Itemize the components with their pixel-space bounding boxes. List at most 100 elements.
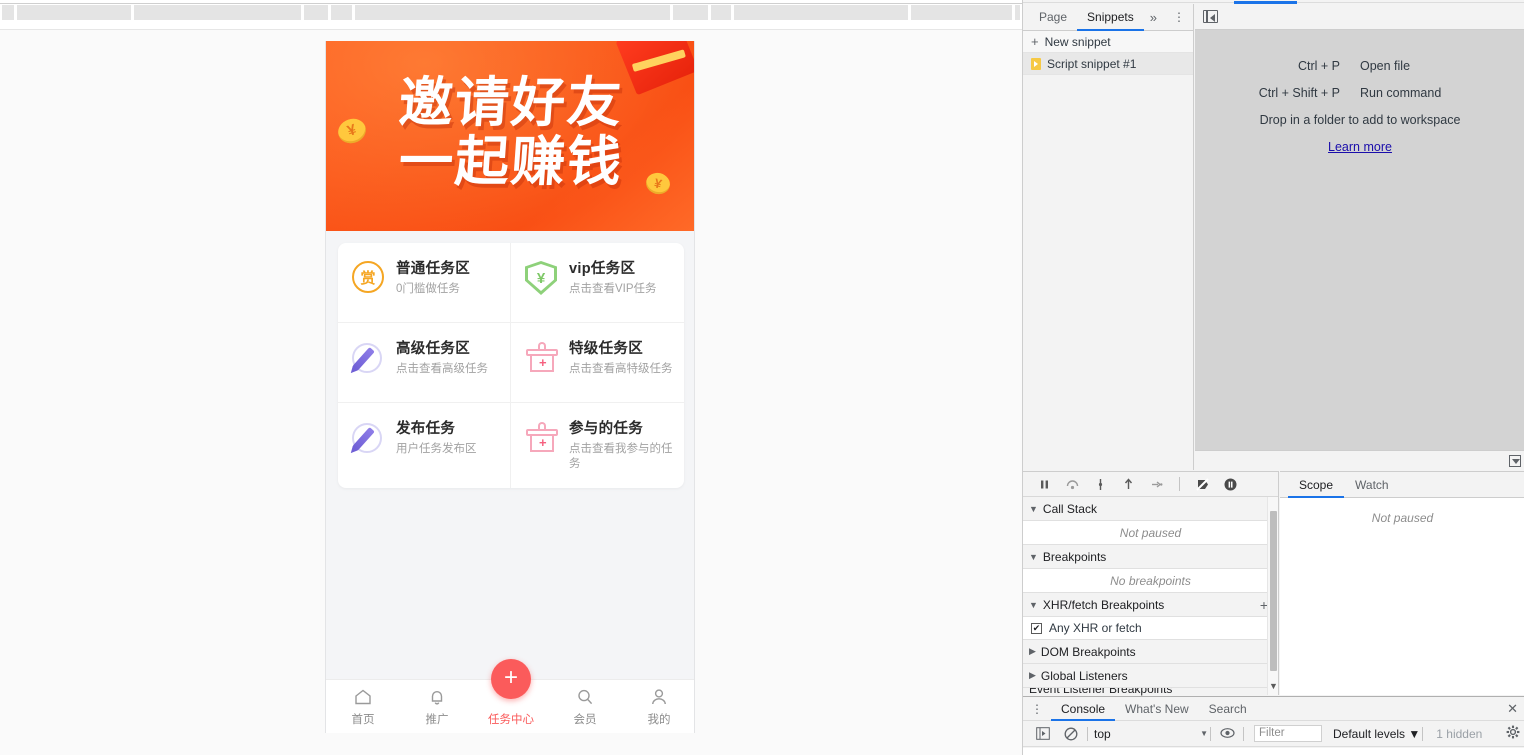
- card-text: 发布任务用户任务发布区: [396, 419, 477, 457]
- card-subtitle: 0门槛做任务: [396, 282, 470, 297]
- card-title: 特级任务区: [569, 340, 673, 358]
- task-category-card[interactable]: 赏普通任务区0门槛做任务: [338, 243, 511, 323]
- card-title: vip任务区: [569, 260, 657, 278]
- task-category-card[interactable]: +特级任务区点击查看高特级任务: [511, 323, 684, 403]
- tabbar-item-2[interactable]: 推广: [400, 687, 474, 727]
- section-title: Call Stack: [1043, 502, 1097, 516]
- debugger-section-header[interactable]: ▼XHR/fetch Breakpoints+: [1023, 593, 1278, 617]
- tabbar-item-4[interactable]: 会员: [548, 687, 622, 727]
- device-emulation-toolbar[interactable]: [0, 0, 1022, 30]
- debugger-toolbar[interactable]: [1023, 472, 1278, 497]
- sources-editor-pane: Ctrl + P Open file Ctrl + Shift + P Run …: [1195, 4, 1524, 470]
- editor-toolbar[interactable]: [1195, 4, 1524, 30]
- debugger-sections: ▼Call StackNot paused▼BreakpointsNo brea…: [1023, 497, 1278, 700]
- tabbar-item-3[interactable]: ++任务中心: [474, 687, 548, 727]
- tab-snippets[interactable]: Snippets: [1077, 4, 1144, 31]
- execution-context-selector[interactable]: top ▼: [1090, 727, 1208, 741]
- chevron-down-icon: ▼: [1029, 600, 1038, 610]
- card-subtitle: 点击查看高特级任务: [569, 362, 673, 377]
- debugger-section-header[interactable]: ▶Global Listeners: [1023, 664, 1278, 688]
- debugger-section-header[interactable]: ▶DOM Breakpoints: [1023, 640, 1278, 664]
- plus-icon: +: [1031, 34, 1039, 49]
- xhr-breakpoint-label: Any XHR or fetch: [1049, 621, 1142, 635]
- debugger-section-header[interactable]: ▼Breakpoints: [1023, 545, 1278, 569]
- scope-tabstrip[interactable]: Scope Watch: [1280, 472, 1524, 498]
- toolbar-segment: [734, 5, 908, 20]
- plus-fab-icon[interactable]: +: [491, 659, 531, 699]
- home-icon: [326, 687, 400, 709]
- shortcut-row: Ctrl + P Open file: [1195, 59, 1524, 73]
- shortcut-desc: Open file: [1360, 59, 1510, 73]
- tab-watch[interactable]: Watch: [1344, 472, 1400, 498]
- step-out-icon[interactable]: [1121, 477, 1136, 492]
- editor-footer: [1195, 450, 1524, 470]
- gear-icon[interactable]: [1506, 725, 1520, 742]
- step-over-icon[interactable]: [1065, 477, 1080, 492]
- screen-root: ¥ ¥ 邀请好友 一起赚钱 赏普通任务区0门槛做任务¥vip任务区点击查看VIP…: [0, 0, 1524, 755]
- snippet-item-label: Script snippet #1: [1047, 57, 1136, 71]
- console-sidebar-icon[interactable]: [1036, 727, 1050, 741]
- more-tabs-icon[interactable]: »: [1144, 4, 1163, 31]
- page-viewport: ¥ ¥ 邀请好友 一起赚钱 赏普通任务区0门槛做任务¥vip任务区点击查看VIP…: [0, 30, 1022, 755]
- clear-console-icon[interactable]: [1064, 727, 1078, 741]
- live-expression-icon[interactable]: [1220, 727, 1234, 741]
- card-text: 特级任务区点击查看高特级任务: [569, 339, 673, 377]
- tabbar-label: 任务中心: [474, 711, 548, 727]
- log-levels-label: Default levels: [1333, 727, 1405, 741]
- new-snippet-button[interactable]: + New snippet: [1023, 31, 1193, 53]
- deactivate-breakpoints-icon[interactable]: [1195, 477, 1210, 492]
- toolbar-segment: [711, 5, 731, 20]
- task-category-card[interactable]: +参与的任务点击查看我参与的任务: [511, 403, 684, 488]
- card-text: 普通任务区 0门槛做任务: [396, 259, 470, 297]
- task-category-grid: 赏普通任务区0门槛做任务¥vip任务区点击查看VIP任务高级任务区点击查看高级任…: [338, 243, 684, 488]
- console-message-area[interactable]: [1023, 748, 1524, 755]
- show-drawer-icon[interactable]: [1509, 455, 1521, 467]
- navigator-tabstrip[interactable]: Page Snippets » ⋮: [1023, 4, 1193, 31]
- tabbar-item-5[interactable]: 我的: [622, 687, 695, 727]
- console-filter-input[interactable]: Filter: [1254, 725, 1322, 742]
- card-text: vip任务区点击查看VIP任务: [569, 259, 657, 297]
- navigator-menu-icon[interactable]: ⋮: [1165, 4, 1193, 31]
- task-category-card[interactable]: 发布任务用户任务发布区: [338, 403, 511, 488]
- editor-placeholder: Ctrl + P Open file Ctrl + Shift + P Run …: [1195, 31, 1524, 470]
- debugger-section-header[interactable]: ▼Call Stack: [1023, 497, 1278, 521]
- navigator-empty-area: [1023, 80, 1193, 470]
- step-into-icon[interactable]: [1093, 477, 1108, 492]
- xhr-breakpoint-row[interactable]: ✔ Any XHR or fetch: [1023, 617, 1278, 640]
- snippet-list-item[interactable]: Script snippet #1: [1023, 53, 1193, 75]
- card-title: 发布任务: [396, 420, 477, 438]
- show-navigator-icon[interactable]: [1203, 10, 1218, 23]
- pause-on-exceptions-icon[interactable]: [1223, 477, 1238, 492]
- close-icon[interactable]: ✕: [1507, 701, 1518, 717]
- tab-whats-new[interactable]: What's New: [1115, 697, 1199, 721]
- drawer-tabstrip[interactable]: ⋮ Console What's New Search ✕: [1023, 697, 1524, 721]
- section-title: DOM Breakpoints: [1041, 645, 1136, 659]
- drawer-menu-icon[interactable]: ⋮: [1031, 703, 1051, 715]
- tabbar-item-1[interactable]: 首页: [326, 687, 400, 727]
- toolbar-rule: [0, 3, 1022, 4]
- card-title: 普通任务区: [396, 260, 470, 278]
- console-toolbar[interactable]: top ▼ Filter Default levels ▼ 1 hidden: [1023, 721, 1524, 747]
- task-category-card[interactable]: 高级任务区点击查看高级任务: [338, 323, 511, 403]
- log-levels-dropdown[interactable]: Default levels ▼: [1333, 727, 1420, 741]
- step-icon[interactable]: [1149, 477, 1164, 492]
- learn-more-link[interactable]: Learn more: [1328, 140, 1392, 154]
- toolbar-segment: [1015, 5, 1020, 20]
- pause-script-icon[interactable]: [1037, 477, 1052, 492]
- tabbar-label: 我的: [622, 711, 695, 727]
- card-icon-wrap: [352, 421, 386, 455]
- tab-search[interactable]: Search: [1199, 697, 1257, 721]
- tab-scope[interactable]: Scope: [1288, 472, 1344, 498]
- scroll-down-arrow-icon[interactable]: ▼: [1269, 681, 1278, 691]
- debugger-scrollbar[interactable]: ▼: [1267, 497, 1278, 695]
- promo-banner[interactable]: ¥ ¥ 邀请好友 一起赚钱: [326, 41, 695, 231]
- tab-console[interactable]: Console: [1051, 697, 1115, 721]
- bottom-tab-bar[interactable]: 首页推广++任务中心会员我的: [326, 679, 695, 733]
- checkbox[interactable]: ✔: [1031, 623, 1042, 634]
- section-title: Breakpoints: [1043, 550, 1106, 564]
- search-icon: [548, 687, 622, 709]
- hidden-messages-count: 1 hidden: [1436, 727, 1482, 741]
- tab-page[interactable]: Page: [1029, 4, 1077, 31]
- task-category-card[interactable]: ¥vip任务区点击查看VIP任务: [511, 243, 684, 323]
- scrollbar-thumb[interactable]: [1270, 511, 1277, 671]
